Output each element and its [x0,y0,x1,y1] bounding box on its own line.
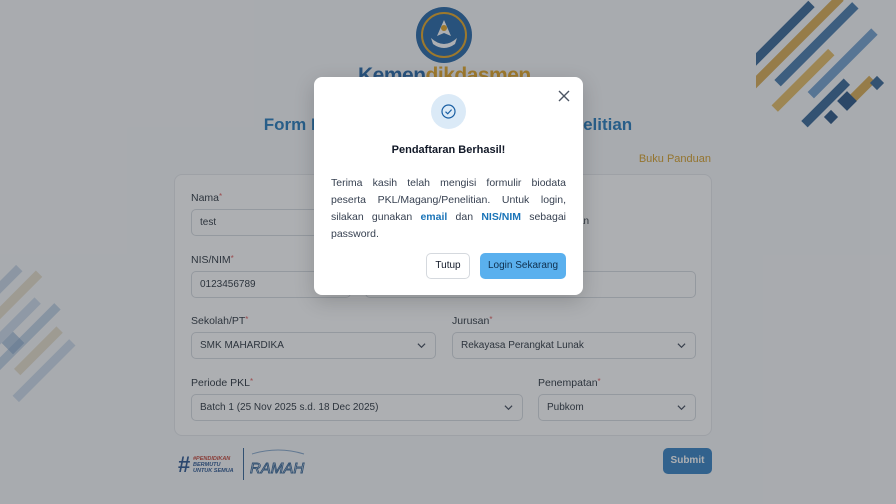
check-circle-icon [441,104,456,119]
close-icon[interactable] [557,89,571,103]
close-button[interactable]: Tutup [426,253,470,279]
nisnim-highlight: NIS/NIM [481,211,521,223]
email-highlight: email [420,211,448,223]
success-badge [431,94,466,129]
dialog-message: Terima kasih telah mengisi formulir biod… [331,177,566,240]
dialog-title: Pendaftaran Berhasil! [391,144,506,156]
success-dialog: Pendaftaran Berhasil! Terima kasih telah… [314,77,583,295]
login-now-button[interactable]: Login Sekarang [480,253,566,279]
